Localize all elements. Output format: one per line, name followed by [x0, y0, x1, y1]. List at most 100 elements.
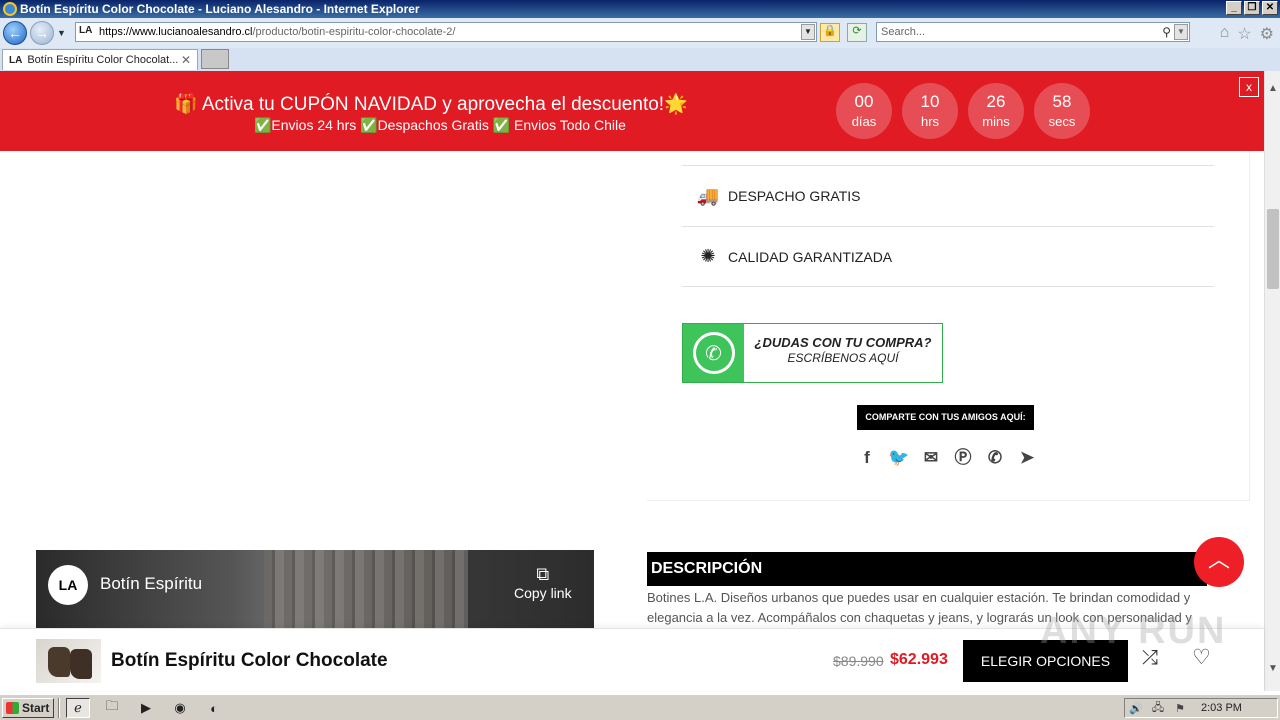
lock-icon[interactable]: 🔒 — [820, 23, 840, 42]
countdown-timer: 00 días 10 hrs 26 mins 58 secs — [836, 83, 1090, 139]
product-name: Botín Espíritu Color Chocolate — [111, 650, 388, 671]
ie-logo-icon — [3, 2, 17, 16]
pinterest-icon[interactable]: Ⓟ — [952, 446, 974, 470]
promo-subline: ✅Envios 24 hrs ✅Despachos Gratis ✅ Envio… — [254, 117, 626, 133]
restore-button[interactable]: ❐ — [1244, 1, 1260, 15]
browser-toolbar-icons: ⌂ ☆ ⚙ — [1220, 24, 1274, 44]
countdown-value: 10 — [920, 92, 940, 111]
ie-taskbar-icon[interactable]: ℯ — [66, 698, 90, 718]
settings-gear-icon[interactable]: ⚙ — [1260, 24, 1274, 44]
countdown-unit: días — [851, 114, 877, 129]
favorites-star-icon[interactable]: ☆ — [1237, 24, 1251, 44]
video-embed[interactable]: LA Botín Espíritu ⧉ Copy link — [36, 550, 594, 628]
product-thumbnail — [36, 639, 101, 683]
truck-icon: 🚚 — [696, 185, 720, 206]
taskbar: Start ℯ 🗀 ▶ ◉ ◐ 🔊 🖧 ⚑ 2:03 PM — [0, 694, 1280, 720]
url-host: https://www.lucianoalesandro.cl — [99, 26, 253, 38]
countdown-value: 26 — [986, 92, 1006, 111]
countdown-unit: secs — [1048, 114, 1076, 129]
volume-icon[interactable]: 🔊 — [1125, 702, 1147, 715]
system-tray: 🔊 🖧 ⚑ 2:03 PM — [1124, 698, 1278, 718]
channel-logo[interactable]: LA — [48, 565, 88, 605]
windows-logo-icon — [6, 702, 19, 714]
feature-item: 🚚 DESPACHO GRATIS — [682, 165, 1214, 226]
scroll-to-top-button[interactable]: ︿ — [1194, 537, 1244, 587]
site-favicon-icon: LA — [79, 25, 93, 36]
new-tab-button[interactable] — [201, 49, 229, 69]
sale-price: $62.993 — [890, 651, 948, 668]
countdown-hours: 10 hrs — [902, 83, 958, 139]
badge-icon: ✺ — [700, 246, 716, 266]
window-titlebar: Botín Espíritu Color Chocolate - Luciano… — [0, 0, 1280, 18]
clock: 2:03 PM — [1201, 702, 1242, 714]
chrome-taskbar-icon[interactable]: ◉ — [168, 698, 192, 718]
minimize-button[interactable]: _ — [1226, 1, 1242, 15]
action-center-flag-icon[interactable]: ⚑ — [1169, 702, 1191, 715]
chevron-up-icon: ︿ — [1207, 547, 1230, 572]
media-player-taskbar-icon[interactable]: ▶ — [134, 698, 158, 718]
history-dropdown-icon[interactable]: ▼ — [57, 28, 67, 38]
facebook-icon[interactable]: f — [856, 446, 878, 470]
twitter-icon[interactable]: 🐦 — [888, 446, 910, 470]
refresh-button[interactable]: ⟳ — [847, 23, 867, 42]
search-icon[interactable]: ⚲ — [1162, 25, 1171, 39]
navigation-bar: ← → ▼ LA https://www.lucianoalesandro.cl… — [0, 18, 1280, 48]
countdown-unit: mins — [982, 114, 1010, 129]
tab-favicon-icon: LA — [9, 54, 23, 66]
start-label: Start — [22, 701, 50, 715]
copy-icon: ⧉ — [536, 564, 550, 584]
page-scrollbar[interactable]: ▲ ▼ — [1264, 71, 1280, 691]
scroll-down-icon[interactable]: ▼ — [1265, 663, 1280, 679]
video-thumbnail — [264, 550, 468, 628]
features-list: 🚚 DESPACHO GRATIS ✺ CALIDAD GARANTIZADA — [682, 165, 1214, 287]
start-button[interactable]: Start — [2, 698, 54, 718]
section-border — [1249, 151, 1250, 501]
address-dropdown-icon[interactable]: ▼ — [801, 24, 815, 40]
section-divider — [647, 500, 1250, 501]
whatsapp-line1: ¿DUDAS CON TU COMPRA? — [754, 335, 932, 350]
screen: Botín Espíritu Color Chocolate - Luciano… — [0, 0, 1280, 720]
share-label: COMPARTE CON TUS AMIGOS AQUÍ: — [857, 405, 1034, 430]
whatsapp-logo-icon: ✆ — [683, 324, 744, 382]
tab-close-icon[interactable]: ✕ — [181, 53, 191, 67]
network-icon[interactable]: 🖧 — [1147, 699, 1169, 718]
whatsapp-text: ¿DUDAS CON TU COMPRA? ESCRÍBENOS AQUÍ — [744, 324, 942, 382]
tab-title: Botín Espíritu Color Chocolat... — [27, 54, 179, 66]
address-bar[interactable]: LA https://www.lucianoalesandro.cl /prod… — [75, 22, 817, 42]
tab-active[interactable]: LA Botín Espíritu Color Chocolat... ✕ — [2, 49, 198, 70]
countdown-unit: hrs — [920, 114, 940, 129]
share-icons: f 🐦 ✉ Ⓟ ✆ ➤ — [856, 446, 1038, 470]
whatsapp-contact-banner[interactable]: ✆ ¿DUDAS CON TU COMPRA? ESCRÍBENOS AQUÍ — [682, 323, 943, 383]
email-icon[interactable]: ✉ — [920, 446, 942, 470]
promo-close-button[interactable]: x — [1239, 77, 1259, 97]
old-price: $89.990 — [833, 653, 884, 669]
search-input[interactable]: Search... ⚲ ▼ — [876, 22, 1190, 42]
scroll-up-icon[interactable]: ▲ — [1265, 83, 1280, 99]
search-dropdown-icon[interactable]: ▼ — [1174, 24, 1188, 40]
edge-taskbar-icon[interactable]: ◐ — [202, 698, 226, 718]
countdown-value: 58 — [1052, 92, 1072, 111]
whatsapp-line2: ESCRÍBENOS AQUÍ — [787, 351, 899, 365]
url-path: /producto/botin-espiritu-color-chocolate… — [252, 26, 456, 38]
countdown-days: 00 días — [836, 83, 892, 139]
copy-link-button[interactable]: ⧉ Copy link — [514, 564, 572, 601]
feature-item: ✺ CALIDAD GARANTIZADA — [682, 226, 1214, 287]
folder-taskbar-icon[interactable]: 🗀 — [100, 698, 124, 718]
copy-link-label: Copy link — [514, 585, 572, 601]
whatsapp-icon[interactable]: ✆ — [984, 446, 1006, 470]
description-heading: DESCRIPCIÓN — [647, 552, 1207, 586]
tab-row: LA Botín Espíritu Color Chocolat... ✕ — [0, 48, 1280, 71]
countdown-minutes: 26 mins — [968, 83, 1024, 139]
video-title[interactable]: Botín Espíritu — [100, 574, 202, 594]
search-placeholder: Search... — [881, 26, 926, 38]
telegram-icon[interactable]: ➤ — [1016, 446, 1038, 470]
home-icon[interactable]: ⌂ — [1220, 24, 1230, 44]
scrollbar-thumb[interactable] — [1267, 209, 1279, 289]
watermark: ANY RUN — [1040, 610, 1227, 652]
feature-label: CALIDAD GARANTIZADA — [728, 248, 893, 265]
countdown-value: 00 — [854, 92, 874, 111]
close-window-button[interactable]: ✕ — [1262, 1, 1278, 15]
back-button[interactable]: ← — [3, 21, 27, 45]
forward-button[interactable]: → — [30, 21, 54, 45]
window-title: Botín Espíritu Color Chocolate - Luciano… — [20, 2, 420, 16]
